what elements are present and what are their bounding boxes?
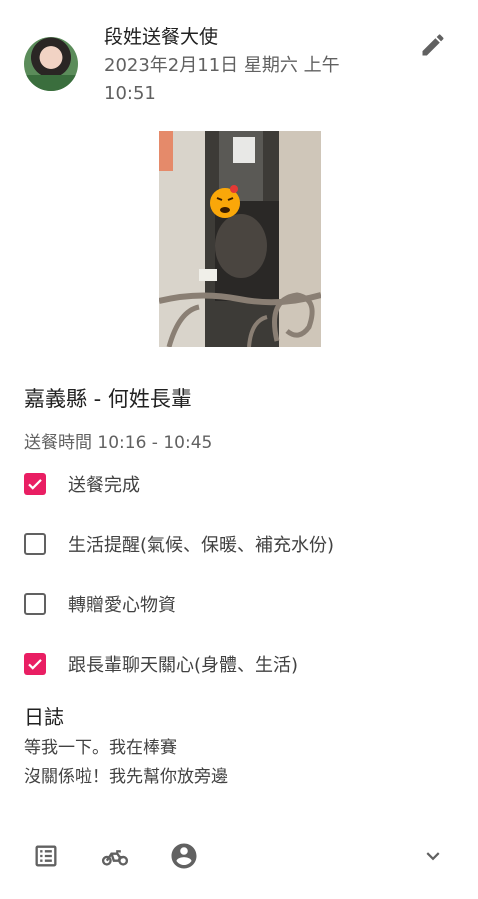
list-icon [35,845,57,867]
pencil-icon [422,34,444,56]
checklist-item-donation[interactable]: 轉贈愛心物資 [24,590,464,618]
entry-title: 嘉義縣 - 何姓長輩 [24,387,192,411]
edit-button[interactable] [416,28,450,62]
expand-button[interactable] [417,840,449,872]
checklist-item-chat[interactable]: 跟長輩聊天關心(身體、生活) [24,650,464,678]
checklist-item-life-reminder[interactable]: 生活提醒(氣候、保暖、補充水份) [24,530,464,558]
chevron-down-icon [426,852,440,861]
check-icon [28,479,42,490]
log-title: 日誌 [24,705,64,729]
checklist-item-label: 轉贈愛心物資 [68,595,176,616]
delivery-time-range: 10:16 - 10:45 [97,433,213,453]
motorbike-icon [101,850,129,866]
checkbox-checked[interactable] [24,473,46,495]
checklist-item-label: 生活提醒(氣候、保暖、補充水份) [68,535,335,556]
profile-button[interactable] [168,840,200,872]
checklist-item-label: 跟長輩聊天關心(身體、生活) [68,655,299,676]
log-line: 等我一下。我在棒賽 [24,738,177,758]
post-header: 段姓送餐大使 2023年2月11日 星期六 上午10:51 [0,0,478,110]
delivery-button[interactable] [99,840,131,872]
delivery-time-label: 送餐時間 [24,433,92,453]
account-circle-icon [171,843,197,869]
post-datetime: 2023年2月11日 星期六 上午10:51 [104,55,340,104]
author-name: 段姓送餐大使 [104,26,219,48]
checkbox-unchecked[interactable] [24,593,46,615]
checkbox-unchecked[interactable] [24,533,46,555]
delivery-time: 送餐時間 10:16 - 10:45 [24,428,212,453]
checkbox-checked[interactable] [24,653,46,675]
checklist-item-label: 送餐完成 [68,475,140,496]
list-button[interactable] [30,840,62,872]
delivery-photo[interactable] [159,131,321,347]
checklist-item-delivered[interactable]: 送餐完成 [24,470,464,498]
avatar[interactable] [24,37,78,91]
check-icon [28,659,42,670]
log-line: 沒關係啦！我先幫你放旁邊 [24,767,228,787]
